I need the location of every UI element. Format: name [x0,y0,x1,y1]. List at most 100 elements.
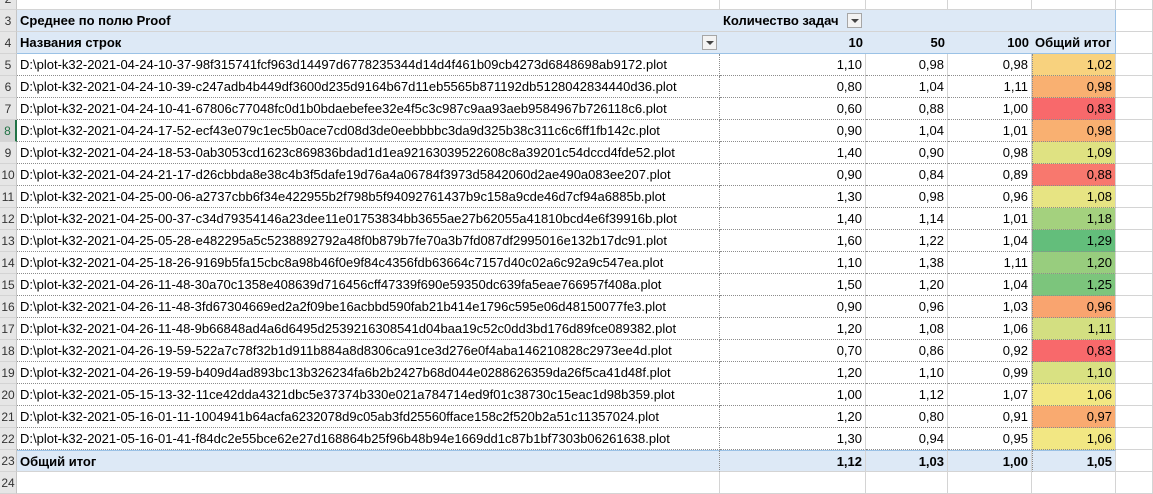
empty-cell[interactable] [1116,98,1153,120]
row-grand-total[interactable]: 0,97 [1032,406,1116,428]
row-grand-total[interactable]: 0,98 [1032,76,1116,98]
row-grand-total[interactable]: 0,98 [1032,120,1116,142]
value-50[interactable]: 1,22 [866,230,948,252]
value-50[interactable]: 0,88 [866,98,948,120]
row-label[interactable]: D:\plot-k32-2021-04-26-11-48-3fd67304669… [17,296,720,318]
row-number[interactable]: 5 [0,54,17,76]
value-50[interactable]: 0,86 [866,340,948,362]
column-header-50[interactable]: 50 [866,32,948,54]
row-number[interactable]: 12 [0,208,17,230]
value-100[interactable]: 1,07 [948,384,1032,406]
empty-cell[interactable] [1116,296,1153,318]
row-number[interactable]: 15 [0,274,17,296]
value-10[interactable]: 1,10 [720,252,866,274]
row-number[interactable]: 22 [0,428,17,450]
row-filter-dropdown-icon[interactable] [702,35,717,50]
value-50[interactable]: 1,12 [866,384,948,406]
value-50[interactable]: 0,80 [866,406,948,428]
grand-total-10[interactable]: 1,12 [720,450,866,472]
empty-cell[interactable] [720,0,866,10]
value-50[interactable]: 1,08 [866,318,948,340]
empty-cell[interactable] [17,0,720,10]
value-100[interactable]: 1,03 [948,296,1032,318]
value-100[interactable]: 1,00 [948,98,1032,120]
row-number[interactable]: 14 [0,252,17,274]
empty-cell[interactable] [1116,164,1153,186]
row-number[interactable]: 10 [0,164,17,186]
row-number[interactable]: 24 [0,472,17,494]
column-header-100[interactable]: 100 [948,32,1032,54]
row-grand-total[interactable]: 1,02 [1032,54,1116,76]
value-50[interactable]: 1,20 [866,274,948,296]
empty-cell[interactable] [1116,142,1153,164]
row-label[interactable]: D:\plot-k32-2021-05-16-01-41-f84dc2e55bc… [17,428,720,450]
row-number[interactable]: 13 [0,230,17,252]
value-50[interactable]: 0,94 [866,428,948,450]
row-number[interactable]: 20 [0,384,17,406]
value-10[interactable]: 1,30 [720,428,866,450]
header-empty[interactable] [866,10,948,32]
row-label[interactable]: D:\plot-k32-2021-04-26-11-48-9b66848ad4a… [17,318,720,340]
row-label[interactable]: D:\plot-k32-2021-04-26-19-59-522a7c78f32… [17,340,720,362]
empty-cell[interactable] [720,472,866,494]
empty-cell[interactable] [1116,318,1153,340]
value-100[interactable]: 0,91 [948,406,1032,428]
column-filter-dropdown-icon[interactable] [847,13,862,28]
empty-cell[interactable] [1116,10,1153,32]
value-100[interactable]: 1,04 [948,230,1032,252]
value-10[interactable]: 1,60 [720,230,866,252]
value-10[interactable]: 1,40 [720,142,866,164]
value-100[interactable]: 1,11 [948,252,1032,274]
value-10[interactable]: 1,00 [720,384,866,406]
value-10[interactable]: 1,20 [720,362,866,384]
value-50[interactable]: 0,90 [866,142,948,164]
row-grand-total[interactable]: 1,10 [1032,362,1116,384]
value-100[interactable]: 1,01 [948,208,1032,230]
empty-cell[interactable] [1116,274,1153,296]
empty-cell[interactable] [1116,76,1153,98]
value-10[interactable]: 0,90 [720,296,866,318]
row-grand-total[interactable]: 0,88 [1032,164,1116,186]
row-number[interactable]: 17 [0,318,17,340]
row-field-label[interactable]: Названия строк [17,32,720,54]
value-50[interactable]: 0,98 [866,186,948,208]
value-50[interactable]: 1,04 [866,76,948,98]
row-number[interactable]: 23 [0,450,17,472]
value-10[interactable]: 0,70 [720,340,866,362]
row-number[interactable]: 9 [0,142,17,164]
row-number[interactable]: 2 [0,0,17,10]
header-empty[interactable] [948,10,1032,32]
empty-cell[interactable] [1116,186,1153,208]
header-empty[interactable] [1032,10,1116,32]
value-100[interactable]: 0,99 [948,362,1032,384]
value-10[interactable]: 0,80 [720,76,866,98]
value-10[interactable]: 1,20 [720,318,866,340]
value-100[interactable]: 1,04 [948,274,1032,296]
empty-cell[interactable] [1116,362,1153,384]
grand-total-50[interactable]: 1,03 [866,450,948,472]
row-grand-total[interactable]: 0,96 [1032,296,1116,318]
row-label[interactable]: D:\plot-k32-2021-05-15-13-32-11ce42dda43… [17,384,720,406]
value-100[interactable]: 0,95 [948,428,1032,450]
row-grand-total[interactable]: 1,08 [1032,186,1116,208]
empty-cell[interactable] [1116,472,1153,494]
value-10[interactable]: 1,30 [720,186,866,208]
value-100[interactable]: 0,96 [948,186,1032,208]
value-100[interactable]: 0,89 [948,164,1032,186]
empty-cell[interactable] [1116,450,1153,472]
value-100[interactable]: 1,06 [948,318,1032,340]
empty-cell[interactable] [1116,54,1153,76]
column-header-10[interactable]: 10 [720,32,866,54]
row-grand-total[interactable]: 0,83 [1032,340,1116,362]
row-number[interactable]: 3 [0,10,17,32]
empty-cell[interactable] [1116,384,1153,406]
value-100[interactable]: 1,11 [948,76,1032,98]
row-label[interactable]: D:\plot-k32-2021-04-24-10-41-67806c77048… [17,98,720,120]
value-10[interactable]: 1,20 [720,406,866,428]
value-50[interactable]: 1,14 [866,208,948,230]
row-label[interactable]: D:\plot-k32-2021-04-24-17-52-ecf43e079c1… [17,120,720,142]
empty-cell[interactable] [948,472,1032,494]
row-number[interactable]: 4 [0,32,17,54]
row-number[interactable]: 18 [0,340,17,362]
empty-cell[interactable] [1116,120,1153,142]
